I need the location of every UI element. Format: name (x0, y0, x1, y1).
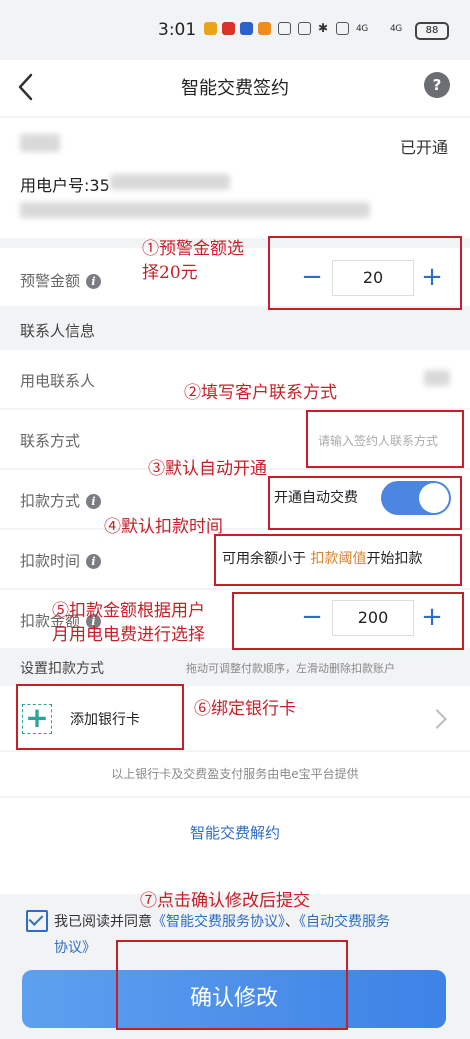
status-time: 3:01 (158, 20, 197, 40)
app-notification-icon (240, 22, 253, 35)
battery-icon: 88 (415, 22, 449, 40)
annotation-box (116, 940, 348, 1030)
app-header: 智能交费签约 ? (0, 60, 470, 116)
app-notification-icon (258, 22, 271, 35)
annotation-box (268, 476, 462, 530)
annotation-1b: 择20元 (142, 263, 198, 283)
annotation-5b: 月用电电费进行选择 (52, 625, 205, 645)
provider-note: 以上银行卡及交费盈支付服务由电e宝平台提供 (111, 767, 359, 781)
unsign-row: 智能交费解约 (0, 798, 470, 894)
account-status: 已开通 (400, 138, 449, 157)
app-notification-icon (222, 22, 235, 35)
agreement-checkbox[interactable] (26, 910, 48, 932)
chevron-right-icon (427, 709, 447, 729)
signal-icon: 4G (390, 24, 402, 34)
deduct-time-label: 扣款时间 i (20, 550, 102, 571)
annotation-2: ②填写客户联系方式 (184, 383, 337, 403)
annotation-box (306, 410, 464, 468)
warning-amount-label: 预警金额 i (20, 270, 102, 291)
page-title: 智能交费签约 (181, 78, 289, 99)
annotation-6: ⑥绑定银行卡 (194, 699, 296, 719)
annotation-1: ①预警金额选 (142, 239, 244, 259)
info-icon: i (86, 554, 102, 569)
annotation-4: ④默认扣款时间 (104, 517, 223, 537)
annotation-7: ⑦点击确认修改后提交 (140, 891, 310, 911)
annotation-3: ③默认自动开通 (148, 459, 267, 479)
blurred-contact-person (424, 370, 450, 386)
deduct-method-label: 扣款方式 i (20, 490, 102, 511)
annotation-box (232, 592, 464, 650)
nfc-icon (278, 22, 291, 35)
app-notification-icon (204, 22, 217, 35)
blurred-account-name (20, 134, 60, 152)
annotation-box (268, 236, 462, 310)
unsign-link[interactable]: 智能交费解约 (0, 822, 470, 843)
auto-pay-agreement-link-cont[interactable]: 协议》 (54, 940, 96, 956)
contact-method-label: 联系方式 (20, 432, 81, 450)
signal-icon: 4G (356, 24, 368, 34)
status-bar: 3:01 ✱ 4G 4G 88 (0, 0, 470, 60)
contact-section-title: 联系人信息 (20, 322, 96, 340)
vibrate-icon (336, 22, 349, 35)
bluetooth-icon: ✱ (318, 21, 329, 35)
account-card: 已开通 用电户号:35 (0, 118, 470, 238)
service-agreement-link[interactable]: 《智能交费服务协议》 (152, 914, 285, 930)
annotation-5: ⑤扣款金额根据用户 (52, 601, 205, 621)
user-number-label: 用电户号:35 (20, 176, 110, 195)
provider-note-row: 以上银行卡及交费盈支付服务由电e宝平台提供 (0, 752, 470, 796)
contact-person-label: 用电联系人 (20, 372, 96, 390)
auto-pay-agreement-link[interactable]: 《自动交费服务 (299, 914, 390, 930)
annotation-box (16, 684, 184, 750)
annotation-box (214, 534, 462, 586)
mute-icon (298, 22, 311, 35)
help-icon[interactable]: ? (424, 72, 450, 98)
info-icon: i (86, 274, 102, 289)
blurred-address (20, 202, 370, 218)
pay-method-title: 设置扣款方式 (20, 661, 104, 677)
blurred-user-number (110, 174, 230, 190)
pay-method-hint: 拖动可调整付款顺序，左滑动删除扣款账户 (186, 662, 395, 675)
info-icon: i (86, 494, 102, 509)
